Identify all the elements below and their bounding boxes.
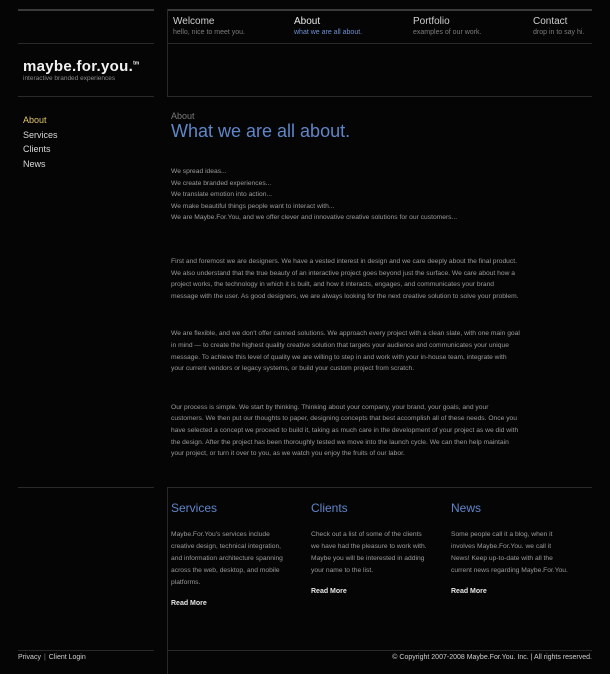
about-body: We spread ideas... We create branded exp… [171,166,521,460]
nav-about-subtitle: what we are all about. [294,29,363,36]
news-heading: News [451,501,482,515]
client-login-link[interactable]: Client Login [49,654,86,661]
flexible-paragraph: We are flexible, and we don't offer cann… [171,330,520,373]
nav-welcome-subtitle: hello, nice to meet you. [173,29,245,36]
nav-divider-left [18,43,154,44]
intro-paragraph: We spread ideas... We create branded exp… [171,168,458,222]
nav-portfolio-subtitle: examples of our work. [413,29,482,36]
content-bottom-rule-left [18,487,154,488]
nav-about[interactable]: About what we are all about. [294,16,362,37]
services-read-more-link[interactable]: Read More [171,600,289,607]
logo-trademark: tm [133,60,140,67]
clients-read-more-link[interactable]: Read More [311,588,429,595]
nav-divider-right [167,43,592,44]
logo-tagline: interactive branded experiences [23,75,116,82]
news-text: Some people call it a blog, when it invo… [451,531,568,575]
sidebar-item-clients[interactable]: Clients [23,142,58,157]
designers-paragraph: First and foremost we are designers. We … [171,257,519,300]
nav-welcome-title: Welcome [173,16,215,27]
logo-wordmark: maybe.for.you. [23,58,134,75]
nav-contact-subtitle: drop in to say hi. [533,29,585,36]
sidebar-item-about[interactable]: About [23,113,58,128]
nav-welcome[interactable]: Welcome hello, nice to meet you. [173,16,245,37]
sidebar-item-news[interactable]: News [23,157,58,172]
top-rule-right [167,9,592,11]
nav-contact-title: Contact [533,16,568,27]
news-read-more-link[interactable]: Read More [451,588,569,595]
bottom-column-divider [167,487,168,674]
footer-rule-left [18,650,154,651]
page-title: What we are all about. [171,121,351,141]
services-heading: Services [171,501,218,515]
privacy-link[interactable]: Privacy [18,654,41,661]
footer-links: Privacy | Client Login [18,654,86,661]
nav-contact[interactable]: Contact drop in to say hi. [533,16,584,37]
logo-divider-left [18,96,154,97]
services-text: Maybe.For.You's services include creativ… [171,531,283,587]
clients-text: Check out a list of some of the clients … [311,531,427,575]
services-column: Services Maybe.For.You's services includ… [171,501,289,607]
clients-heading: Clients [311,501,348,515]
process-paragraph: Our process is simple. We start by think… [171,403,519,458]
footer-separator: | [43,654,46,661]
sidebar-nav: About Services Clients News [23,113,58,171]
nav-column-divider [167,9,168,97]
site-logo[interactable]: maybe.for.you.tm interactive branded exp… [23,58,139,82]
news-column: News Some people call it a blog, when it… [451,501,569,595]
nav-about-title: About [294,16,321,27]
content-bottom-rule-right [167,487,592,488]
clients-column: Clients Check out a list of some of the … [311,501,429,595]
copyright-notice: © Copyright 2007-2008 Maybe.For.You. Inc… [392,654,592,661]
footer-rule-right [167,650,592,651]
nav-portfolio-title: Portfolio [413,16,450,27]
top-rule-left [18,9,154,11]
sidebar-item-services[interactable]: Services [23,128,58,143]
logo-divider-right [167,96,592,97]
section-eyebrow: About [171,111,195,121]
nav-portfolio[interactable]: Portfolio examples of our work. [413,16,481,37]
